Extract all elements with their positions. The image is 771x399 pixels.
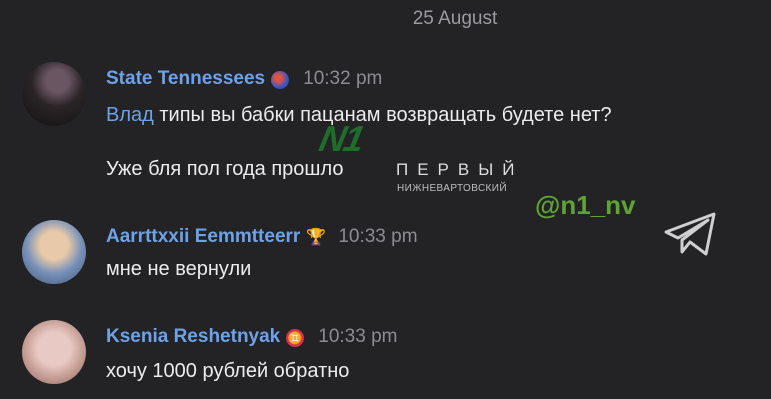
message-text: хочу 1000 рублей обратно	[106, 360, 349, 383]
message-text: Уже бля пол года прошло	[106, 158, 343, 181]
sender-name[interactable]: Aarrttxxii Eemmtteerr	[106, 226, 300, 247]
avatar[interactable]	[22, 320, 86, 384]
watermark-word: ПЕРВЫЙ	[396, 160, 524, 179]
message-text-body: типы вы бабки пацанам возвращать будете …	[153, 104, 612, 126]
globe-badge-icon	[271, 70, 290, 89]
watermark-subtitle: НИЖНЕВАРТОВСКИЙ	[397, 183, 507, 194]
message-text-body: хочу 1000 рублей обратно	[106, 360, 350, 382]
message-header: State Tennessees 10:32 pm	[106, 68, 382, 90]
timestamp: 10:32 pm	[303, 68, 383, 89]
sender-name[interactable]: Ksenia Reshetnyak	[106, 326, 280, 347]
message-text: мне не вернули	[106, 258, 251, 281]
timestamp: 10:33 pm	[338, 226, 418, 247]
trophy-badge-icon: 🏆	[306, 228, 327, 246]
message-text-body: Уже бля пол года прошло	[106, 158, 344, 180]
avatar[interactable]	[22, 62, 86, 126]
avatar[interactable]	[22, 220, 86, 284]
gemini-badge-icon: ♊	[286, 328, 305, 347]
timestamp: 10:33 pm	[318, 326, 398, 347]
channel-handle: @n1_nv	[535, 190, 636, 220]
message-header: Aarrttxxii Eemmtteerr 🏆 10:33 pm	[106, 226, 418, 248]
n1-logo: N1	[315, 118, 367, 159]
date-separator: 25 August	[412, 8, 498, 29]
sender-name[interactable]: State Tennessees	[106, 68, 265, 89]
mention-link[interactable]: Влад	[106, 104, 154, 126]
message-text-body: мне не вернули	[106, 258, 252, 280]
telegram-icon	[664, 212, 716, 256]
message-header: Ksenia Reshetnyak ♊ 10:33 pm	[106, 326, 397, 348]
